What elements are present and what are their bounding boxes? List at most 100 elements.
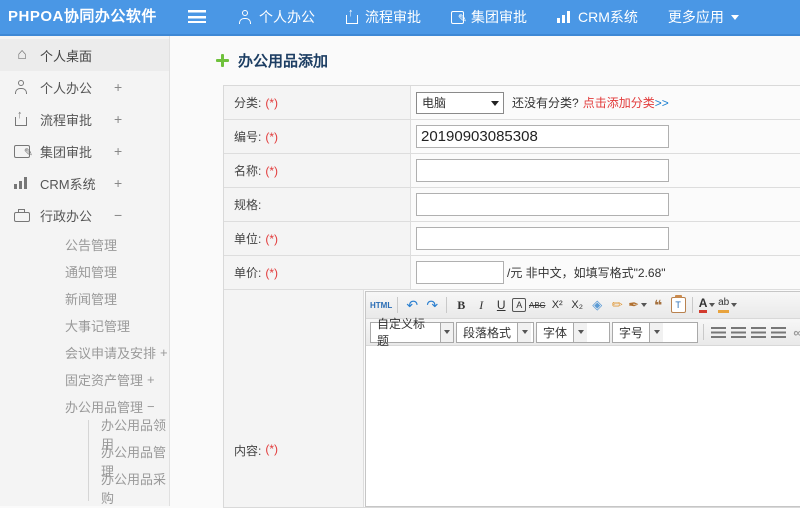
office-supplies-submenu: 办公用品领用 办公用品管理 办公用品采购 (88, 418, 169, 506)
collapse-toggle[interactable]: − (147, 399, 155, 414)
category-label: 分类: (234, 96, 262, 110)
topnav-crm-system[interactable]: CRM系统 (557, 7, 638, 27)
strikethrough-button[interactable]: ABC (528, 295, 546, 315)
sidebar-item-group-approval[interactable]: 集团审批 + (0, 135, 169, 167)
align-justify-icon[interactable] (769, 322, 787, 342)
subscript-button[interactable]: X₂ (568, 295, 586, 315)
font-size-dropdown[interactable]: 字号 (612, 321, 698, 343)
app-logo[interactable]: PHPOA协同办公软件 (8, 0, 157, 34)
align-right-icon[interactable] (749, 322, 767, 342)
person-icon (238, 10, 252, 24)
italic-button[interactable]: I (472, 295, 490, 315)
topnav-label: 个人办公 (259, 9, 315, 25)
editor-content-area[interactable] (366, 346, 800, 506)
remove-format-icon[interactable]: ◈ (588, 295, 606, 315)
main-content: 办公用品添加 分类: (*) 电脑 还没有分类? 点击添加分类 >> 编号: (… (170, 36, 800, 508)
add-supply-form: 分类: (*) 电脑 还没有分类? 点击添加分类 >> 编号: (*) 2019… (223, 85, 800, 508)
expand-toggle[interactable]: + (114, 175, 122, 191)
topnav-workflow-approval[interactable]: 流程审批 (345, 7, 421, 27)
topnav-group-approval[interactable]: 集团审批 (451, 7, 527, 27)
expand-toggle[interactable]: + (114, 111, 122, 127)
spec-label: 规格: (234, 198, 262, 212)
required-mark: (*) (265, 129, 279, 144)
add-category-arrow-link[interactable]: >> (655, 96, 669, 110)
format-painter-icon[interactable]: ✒ (628, 295, 648, 315)
unit-label: 单位: (234, 232, 262, 246)
expand-toggle[interactable]: + (114, 143, 122, 159)
font-family-dropdown[interactable]: 字体 (536, 321, 610, 343)
topnav-label: 集团审批 (471, 9, 527, 25)
caret-down-icon (731, 303, 738, 307)
form-row-spec: 规格: (224, 188, 800, 222)
topnav-label: 更多应用 (667, 9, 724, 25)
expand-toggle[interactable]: + (147, 372, 155, 387)
chart-icon (557, 11, 571, 23)
unit-input[interactable] (416, 227, 669, 250)
form-row-unit: 单位: (*) (224, 222, 800, 256)
topnav-label: 流程审批 (365, 9, 421, 25)
required-mark: (*) (265, 442, 279, 456)
sidebar-subitem-memorabilia-mgmt[interactable]: 大事记管理 (0, 312, 169, 339)
redo-icon[interactable]: ↷ (423, 295, 441, 315)
code-input[interactable] (416, 125, 669, 148)
price-label: 单价: (234, 266, 262, 280)
undo-icon[interactable]: ↶ (403, 295, 421, 315)
bold-button[interactable]: B (452, 295, 470, 315)
superscript-button[interactable]: X² (548, 295, 566, 315)
sidebar-item-personal-desktop[interactable]: ⌂ 个人桌面 (0, 39, 169, 71)
sidebar-subitem-meeting-request[interactable]: 会议申请及安排 + (0, 339, 169, 366)
add-category-link[interactable]: 点击添加分类 (583, 94, 655, 111)
custom-title-dropdown[interactable]: 自定义标题 (370, 317, 454, 348)
toolbar-separator (446, 297, 448, 313)
price-format-hint: /元 非中文，如填写格式"2.68" (507, 266, 666, 280)
underline-button[interactable]: U (492, 295, 510, 315)
form-row-content: 内容: (*) HTML ↶ ↷ B I U A ABC X² X₂ ◈ ✏ ✒… (224, 290, 800, 507)
sidebar-subitem-announcement-mgmt[interactable]: 公告管理 (0, 231, 169, 258)
spec-input[interactable] (416, 193, 669, 216)
align-left-icon[interactable] (709, 322, 727, 342)
caret-down-icon (730, 14, 739, 20)
topbar: PHPOA协同办公软件 个人办公 流程审批 集团审批 CRM系统 更多应用 (0, 0, 800, 36)
dropdown-caret-icon (517, 322, 532, 342)
html-source-button[interactable]: HTML (370, 295, 392, 315)
expand-toggle[interactable]: + (114, 79, 122, 95)
paste-as-text-icon[interactable]: T (669, 295, 687, 315)
insert-link-icon[interactable]: ∞ (789, 322, 800, 342)
sidebar-item-crm-system[interactable]: CRM系统 + (0, 167, 169, 199)
sidebar-item-workflow-approval[interactable]: 流程审批 + (0, 103, 169, 135)
collapse-toggle[interactable]: − (114, 207, 122, 223)
topnav-more-apps[interactable]: 更多应用 (668, 7, 739, 27)
sidebar-subitem-fixed-assets-mgmt[interactable]: 固定资产管理 + (0, 366, 169, 393)
content-label: 内容: (234, 444, 262, 458)
select-caret-icon (491, 100, 499, 106)
highlight-color-button[interactable]: ab (718, 295, 738, 315)
editor-toolbar-row2: 自定义标题 段落格式 字体 字号 ∞ (366, 317, 800, 348)
sidebar-subsubitem-supplies-purchase[interactable]: 办公用品采购 (89, 472, 169, 506)
category-select[interactable]: 电脑 (416, 91, 504, 114)
sidebar-item-personal-office[interactable]: 个人办公 + (0, 71, 169, 103)
sidebar-subitem-news-mgmt[interactable]: 新闻管理 (0, 285, 169, 312)
topnav-label: CRM系统 (578, 9, 638, 25)
paragraph-format-dropdown[interactable]: 段落格式 (456, 321, 534, 343)
caret-down-icon (641, 303, 648, 307)
autotypeset-button[interactable]: A (512, 298, 527, 312)
font-color-button[interactable]: A (698, 295, 716, 315)
align-center-icon[interactable] (729, 322, 747, 342)
toolbar-separator (692, 297, 694, 313)
add-plus-icon (216, 54, 229, 67)
sidebar-subitem-notice-mgmt[interactable]: 通知管理 (0, 258, 169, 285)
name-input[interactable] (416, 159, 669, 182)
person-icon (14, 80, 30, 94)
rich-text-editor: HTML ↶ ↷ B I U A ABC X² X₂ ◈ ✏ ✒ ❝ T A a… (365, 291, 800, 507)
page-header: 办公用品添加 (216, 50, 328, 71)
expand-toggle[interactable]: + (160, 345, 168, 360)
required-mark: (*) (265, 265, 279, 280)
name-label: 名称: (234, 164, 262, 178)
menu-toggle-button[interactable] (188, 10, 208, 24)
topnav-personal-office[interactable]: 个人办公 (238, 7, 315, 27)
sidebar-item-admin-office[interactable]: 行政办公 − (0, 199, 169, 231)
form-row-price: 单价: (*) /元 非中文，如填写格式"2.68" (224, 256, 800, 290)
clean-doc-icon[interactable]: ✏ (608, 295, 626, 315)
price-input[interactable] (416, 261, 504, 284)
blockquote-icon[interactable]: ❝ (649, 295, 667, 315)
